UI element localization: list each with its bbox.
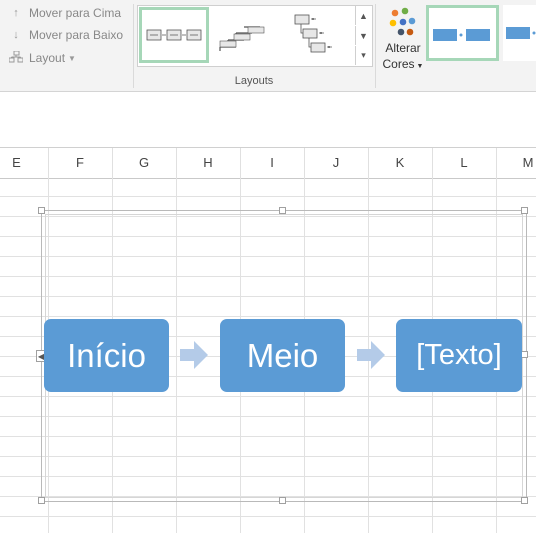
style-thumb-selected[interactable] [426,5,499,61]
layout-thumb-hierarchy-list[interactable] [283,7,353,63]
layout-dropdown[interactable]: Layout ▼ [8,48,76,68]
column-header-h[interactable]: H [176,148,240,178]
resize-handle[interactable] [279,207,286,214]
layouts-gallery: ▲ ▼ ▾ [137,5,373,67]
layout-thumb-step-up[interactable] [214,7,280,63]
column-header-f[interactable]: F [48,148,112,178]
move-up-label: Mover para Cima [29,6,122,20]
move-up-button[interactable]: ↑ Mover para Cima [8,3,121,23]
column-header-m[interactable]: M [496,148,536,178]
process-shape-2[interactable]: Meio [220,319,345,392]
column-header-row: E F G H I J K L M [0,147,536,179]
chevron-up-icon: ▲ [359,10,368,21]
change-colors-button[interactable]: Alterar Cores ▼ [379,2,427,72]
process-arrow-icon [180,341,208,369]
layout-thumb-basic-process[interactable] [139,7,209,63]
palette-icon [389,7,416,36]
arrow-down-icon: ↓ [13,29,19,41]
resize-handle[interactable] [38,207,45,214]
ribbon: ↑ Mover para Cima ↓ Mover para Baixo Lay… [0,0,536,92]
gallery-scroll-up[interactable]: ▲ [355,6,371,25]
process-arrow-icon [357,341,385,369]
resize-handle[interactable] [521,497,528,504]
chevron-down-icon: ▼ [416,63,424,70]
resize-handle[interactable] [521,207,528,214]
chevron-down-icon: ▼ [68,53,76,63]
more-icon: ▾ [361,50,366,60]
column-header-e[interactable]: E [0,148,33,178]
change-colors-label-1: Alterar [385,41,421,55]
column-header-i[interactable]: I [240,148,304,178]
resize-handle[interactable] [521,351,528,358]
ribbon-separator [133,4,134,88]
move-down-button[interactable]: ↓ Mover para Baixo [8,25,123,45]
column-header-j[interactable]: J [304,148,368,178]
formula-area [0,92,536,147]
resize-handle[interactable] [38,497,45,504]
resize-handle[interactable] [279,497,286,504]
chevron-down-icon: ▼ [359,30,368,41]
column-header-g[interactable]: G [112,148,176,178]
move-down-label: Mover para Baixo [29,28,124,42]
ribbon-separator [375,4,376,88]
layout-label: Layout [29,51,66,65]
org-layout-icon [8,50,24,66]
layouts-group-label: Layouts [234,75,274,87]
arrow-up-icon: ↑ [13,7,19,19]
process-shape-3[interactable]: [Texto] [396,319,522,392]
style-thumb[interactable] [503,5,536,61]
gallery-more-button[interactable]: ▾ [355,46,371,65]
process-shape-1[interactable]: Início [44,319,169,392]
column-header-l[interactable]: L [432,148,496,178]
change-colors-label-2: Cores ▼ [382,57,424,71]
gallery-scroll-down[interactable]: ▼ [355,26,371,45]
column-header-k[interactable]: K [368,148,432,178]
